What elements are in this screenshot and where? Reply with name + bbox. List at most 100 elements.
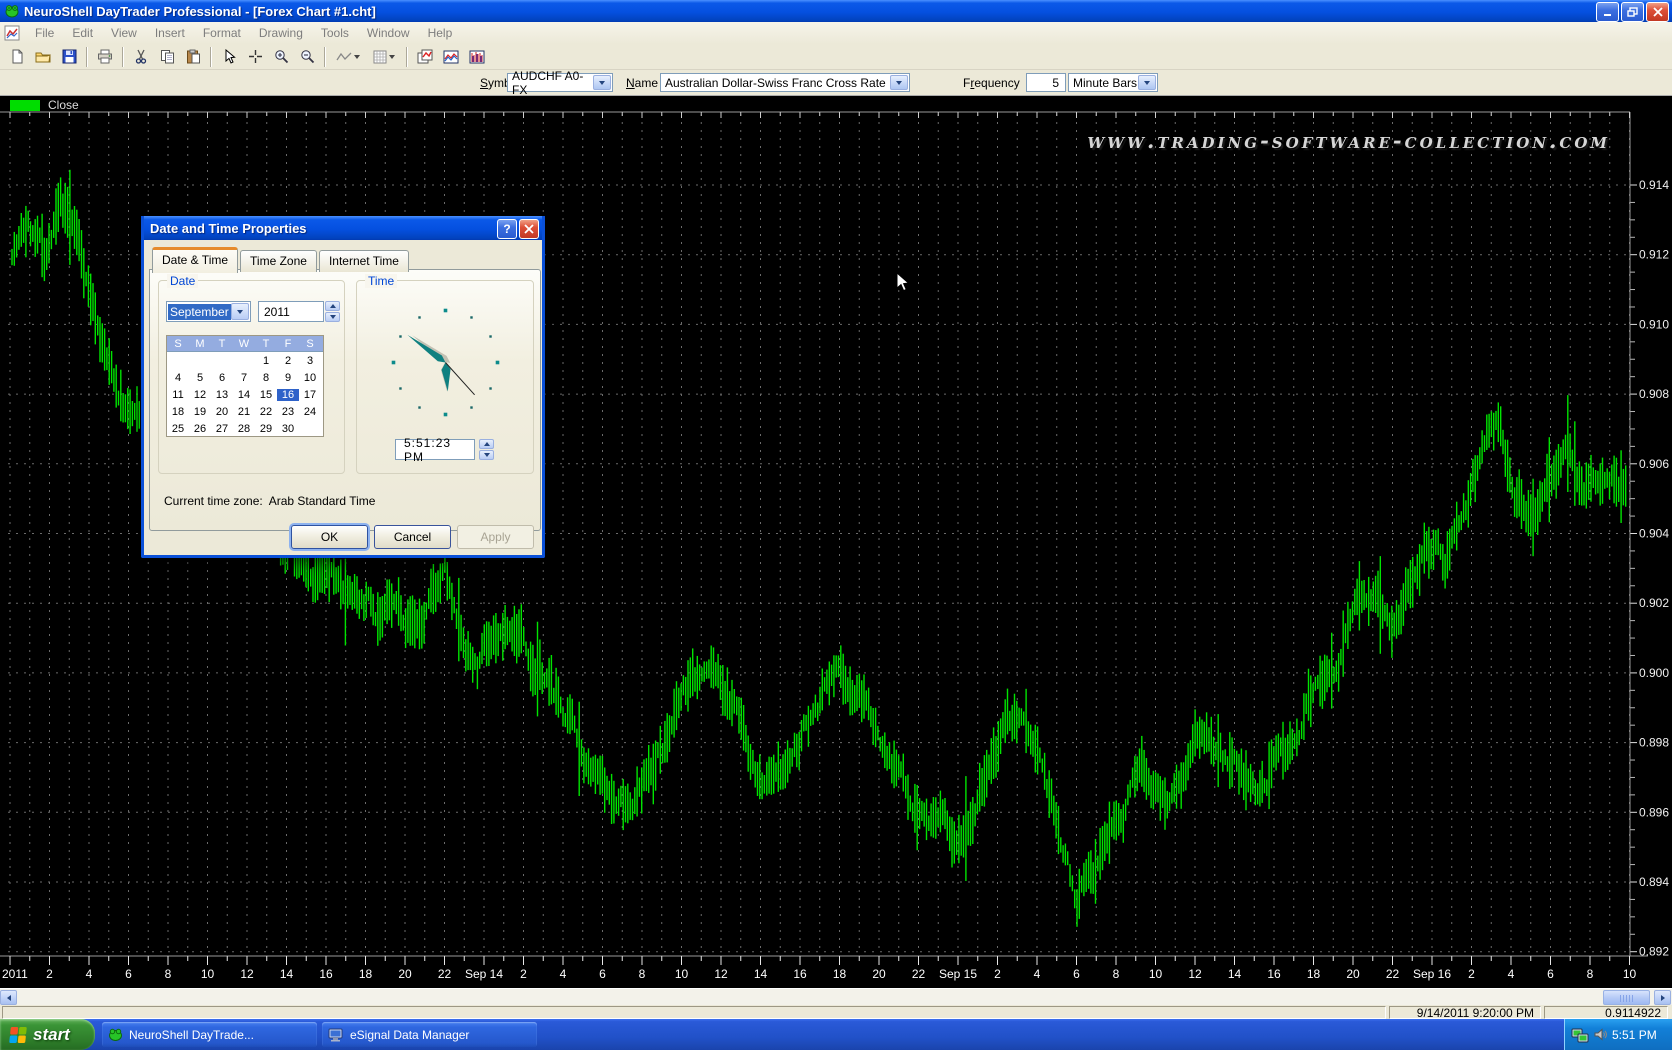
chart-band-icon[interactable]	[438, 45, 464, 69]
calendar-day[interactable]: 24	[299, 406, 321, 418]
svg-text:0.906: 0.906	[1639, 457, 1669, 471]
pointer-icon[interactable]	[216, 45, 242, 69]
calendar-day[interactable]: 7	[233, 372, 255, 384]
svg-text:2011: 2011	[2, 967, 28, 981]
month-dropdown-icon[interactable]	[231, 303, 249, 320]
year-input[interactable]: 2011	[258, 301, 324, 322]
start-button[interactable]: start	[0, 1019, 95, 1050]
menu-edit[interactable]: Edit	[63, 23, 102, 43]
calendar-day[interactable]: 21	[233, 406, 255, 418]
calendar-day[interactable]: 9	[277, 372, 299, 384]
frequency-unit-dropdown-icon[interactable]	[1138, 75, 1156, 90]
calendar-day[interactable]: 1	[255, 355, 277, 367]
pattern-fill-dropdown-icon[interactable]	[389, 55, 395, 59]
calendar-day[interactable]: 11	[167, 389, 189, 401]
menu-tools[interactable]: Tools	[312, 23, 358, 43]
tray-clock[interactable]: 5:51 PM	[1612, 1028, 1657, 1042]
scroll-left-button[interactable]	[0, 990, 17, 1005]
chart-document-icon[interactable]	[4, 25, 20, 41]
minimize-button[interactable]	[1596, 2, 1619, 22]
name-combobox[interactable]: Australian Dollar-Swiss Franc Cross Rate	[660, 73, 910, 92]
calendar-day[interactable]: 2	[277, 355, 299, 367]
dialog-titlebar[interactable]: Date and Time Properties ?	[144, 216, 542, 240]
calendar-day[interactable]: 8	[255, 372, 277, 384]
zoom-in-icon[interactable]	[268, 45, 294, 69]
chart-bars-icon[interactable]	[464, 45, 490, 69]
close-button[interactable]	[1646, 2, 1669, 22]
menu-format[interactable]: Format	[194, 23, 250, 43]
line-tool-icon[interactable]	[330, 45, 366, 69]
menu-help[interactable]: Help	[419, 23, 462, 43]
menu-window[interactable]: Window	[358, 23, 419, 43]
watermark: www.trading-software-collection.com	[1087, 128, 1610, 153]
scrollbar-thumb[interactable]	[1603, 990, 1650, 1005]
svg-text:6: 6	[1547, 967, 1554, 981]
tab-date-time[interactable]: Date & Time	[152, 247, 238, 273]
calendar-day[interactable]: 22	[255, 406, 277, 418]
calendar-day[interactable]: 20	[211, 406, 233, 418]
cancel-button[interactable]: Cancel	[374, 525, 451, 549]
dialog-close-button[interactable]	[519, 219, 539, 239]
svg-text:12: 12	[240, 967, 254, 981]
scroll-right-button[interactable]	[1654, 990, 1671, 1005]
taskbar-task-neuroshell[interactable]: NeuroShell DayTrade...	[102, 1022, 317, 1047]
open-folder-icon[interactable]	[30, 45, 56, 69]
calendar-day[interactable]: 3	[299, 355, 321, 367]
crosshair-icon[interactable]	[242, 45, 268, 69]
new-document-icon[interactable]	[4, 45, 30, 69]
paste-icon[interactable]	[180, 45, 206, 69]
calendar-day[interactable]: 14	[233, 389, 255, 401]
print-icon[interactable]	[92, 45, 118, 69]
restore-button[interactable]	[1621, 2, 1644, 22]
zoom-out-icon[interactable]	[294, 45, 320, 69]
menu-drawing[interactable]: Drawing	[250, 23, 312, 43]
calendar-day[interactable]: 17	[299, 389, 321, 401]
calendar-day[interactable]: 23	[277, 406, 299, 418]
month-select[interactable]: September	[166, 301, 251, 322]
svg-text:4: 4	[1508, 967, 1515, 981]
volume-icon[interactable]	[1593, 1027, 1608, 1042]
window-titlebar[interactable]: NeuroShell DayTrader Professional - [For…	[0, 0, 1672, 22]
dialog-help-button[interactable]: ?	[497, 219, 517, 239]
copy-icon[interactable]	[154, 45, 180, 69]
calendar-day[interactable]: 4	[167, 372, 189, 384]
calendar-day[interactable]: 13	[211, 389, 233, 401]
cut-icon[interactable]	[128, 45, 154, 69]
network-icon[interactable]	[1571, 1027, 1589, 1043]
frequency-unit-combobox[interactable]: Minute Bars	[1068, 73, 1158, 92]
calendar-day[interactable]: 18	[167, 406, 189, 418]
toolbar-separator	[122, 47, 124, 67]
menu-insert[interactable]: Insert	[146, 23, 194, 43]
calendar-day[interactable]: 10	[299, 372, 321, 384]
calendar-day[interactable]: 26	[189, 423, 211, 435]
frequency-input[interactable]: 5	[1026, 73, 1066, 92]
calendar-day[interactable]: 6	[211, 372, 233, 384]
chart-overlay-icon[interactable]	[412, 45, 438, 69]
menu-view[interactable]: View	[102, 23, 146, 43]
save-icon[interactable]	[56, 45, 82, 69]
time-spinner[interactable]	[479, 439, 494, 460]
taskbar-task-esignal[interactable]: eSignal Data Manager	[322, 1022, 537, 1047]
year-spinner[interactable]	[325, 301, 340, 322]
line-tool-dropdown-icon[interactable]	[354, 55, 360, 59]
calendar-day[interactable]: 27	[211, 423, 233, 435]
calendar-day[interactable]: 19	[189, 406, 211, 418]
calendar-day[interactable]: 28	[233, 423, 255, 435]
calendar-day[interactable]: 16	[277, 389, 299, 401]
time-input[interactable]: 5:51:23 PM	[395, 439, 475, 460]
name-dropdown-icon[interactable]	[890, 75, 908, 90]
calendar-day[interactable]: 12	[189, 389, 211, 401]
calendar-day[interactable]: 25	[167, 423, 189, 435]
pattern-fill-icon[interactable]	[366, 45, 402, 69]
symbol-combobox[interactable]: AUDCHF A0-FX	[507, 73, 613, 92]
tab-time-zone[interactable]: Time Zone	[240, 250, 317, 272]
menu-file[interactable]: File	[26, 23, 63, 43]
svg-text:12: 12	[714, 967, 728, 981]
calendar-day[interactable]: 5	[189, 372, 211, 384]
calendar-day[interactable]: 29	[255, 423, 277, 435]
tab-internet-time[interactable]: Internet Time	[319, 250, 409, 272]
ok-button[interactable]: OK	[291, 525, 368, 549]
symbol-dropdown-icon[interactable]	[593, 75, 611, 90]
calendar-day[interactable]: 30	[277, 423, 299, 435]
calendar-day[interactable]: 15	[255, 389, 277, 401]
